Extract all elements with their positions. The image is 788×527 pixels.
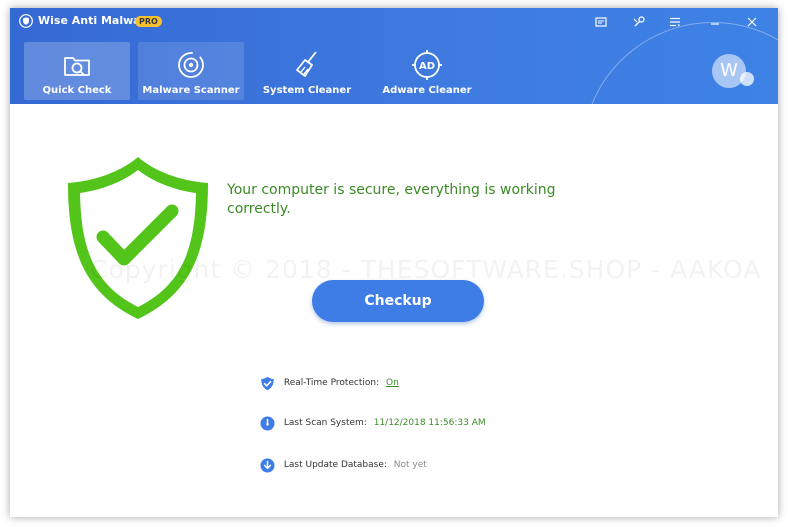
nav-adware-cleaner[interactable]: AD Adware Cleaner (374, 42, 480, 100)
info-last-scan: Last Scan System: 11/12/2018 11:56:33 AM (260, 415, 486, 431)
info-last-update: Last Update Database: Not yet (260, 457, 427, 473)
avatar-status-dot (740, 72, 754, 86)
target-icon (178, 52, 204, 78)
nav-quick-check-label: Quick Check (42, 85, 112, 96)
nav-malware-scanner[interactable]: Malware Scanner (138, 42, 244, 100)
header-bar: Wise Anti Malware PRO Quick Check Malwar… (10, 8, 778, 104)
shield-check-large-icon (68, 157, 208, 319)
menu-icon[interactable] (667, 14, 683, 30)
broom-icon (296, 51, 317, 77)
feedback-icon[interactable] (593, 14, 609, 30)
last-scan-label: Last Scan System: (283, 418, 367, 428)
clock-icon (260, 416, 275, 430)
minimize-icon[interactable] (707, 14, 723, 30)
title-bar: Wise Anti Malware PRO (10, 8, 778, 36)
download-icon (260, 458, 275, 472)
app-window: Wise Anti Malware PRO Quick Check Malwar… (10, 8, 778, 517)
last-scan-value: 11/12/2018 11:56:33 AM (373, 418, 486, 428)
last-update-label: Last Update Database: (283, 460, 387, 470)
realtime-protection-value[interactable]: On (386, 378, 399, 388)
app-logo-icon (19, 14, 33, 28)
status-message: Your computer is secure, everything is w… (227, 182, 556, 217)
tools-icon[interactable] (631, 14, 647, 30)
folder-search-icon (64, 57, 90, 76)
shield-check-icon (261, 376, 274, 390)
nav-adware-cleaner-label: Adware Cleaner (382, 85, 472, 96)
ad-icon-text: AD (419, 61, 435, 72)
nav-system-cleaner-label: System Cleaner (262, 85, 352, 96)
close-icon[interactable] (744, 14, 760, 30)
realtime-protection-label: Real-Time Protection: (283, 378, 380, 388)
checkup-button[interactable]: Checkup (312, 280, 484, 322)
pro-badge: PRO (135, 16, 162, 27)
info-realtime-protection: Real-Time Protection: On (260, 375, 399, 391)
nav-malware-scanner-label: Malware Scanner (142, 85, 240, 96)
nav-quick-check[interactable]: Quick Check (24, 42, 130, 100)
ad-icon: AD (412, 50, 442, 80)
nav-system-cleaner[interactable]: System Cleaner (254, 42, 360, 100)
last-update-value: Not yet (393, 460, 427, 470)
